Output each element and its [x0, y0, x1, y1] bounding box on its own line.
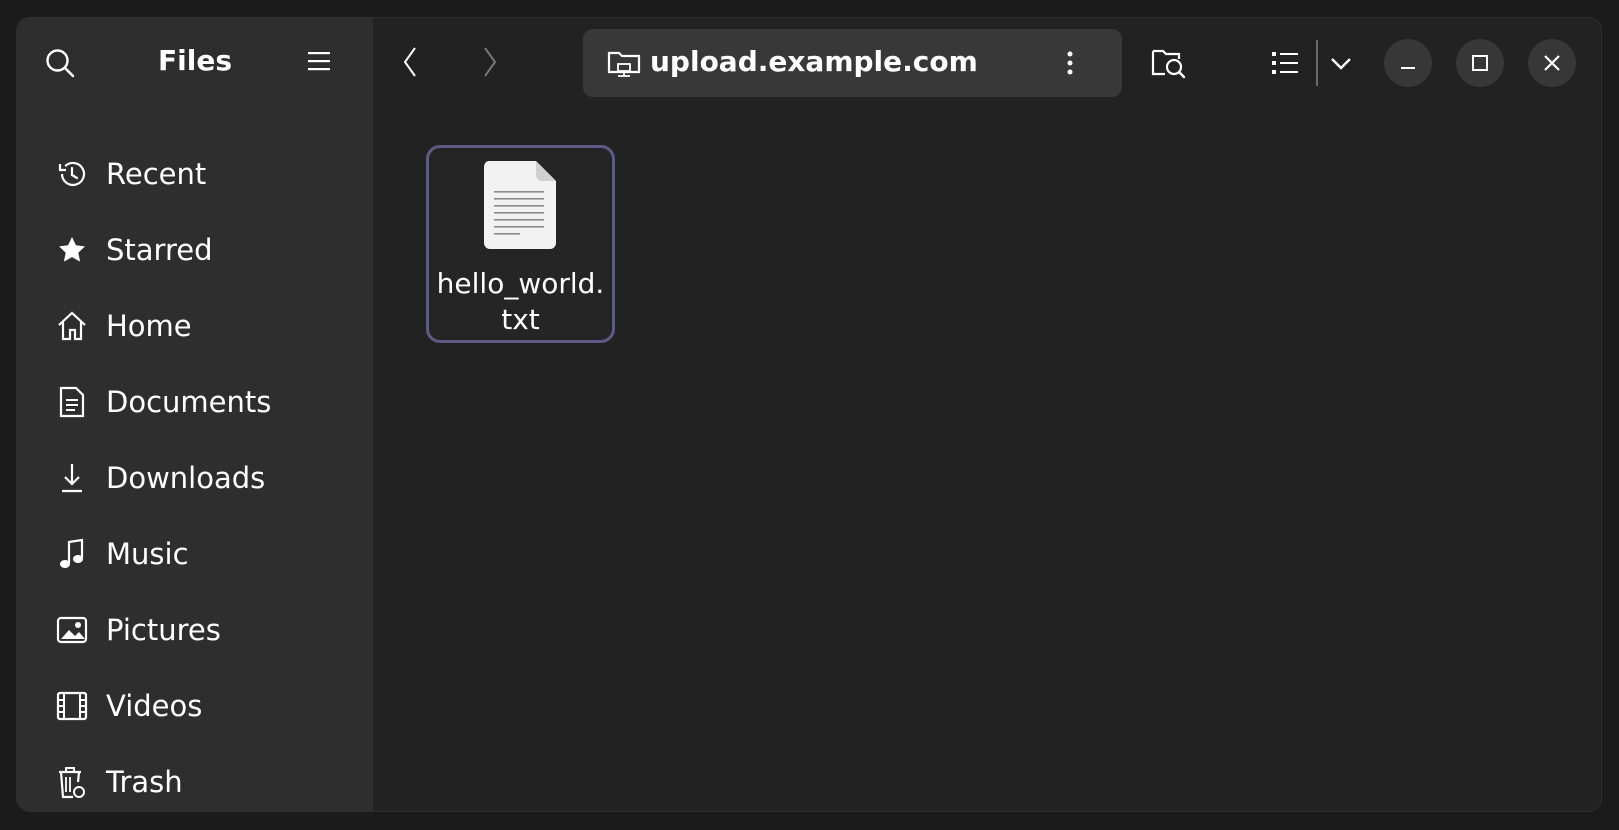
sidebar-item-label: Trash: [106, 765, 183, 799]
file-name-label: hello_world. txt: [429, 266, 612, 338]
forward-button[interactable]: [477, 44, 503, 80]
sidebar-item-starred[interactable]: Starred: [17, 212, 373, 288]
document-icon: [55, 385, 89, 419]
view-toggle-divider: [1316, 40, 1318, 86]
sidebar-item-documents[interactable]: Documents: [17, 364, 373, 440]
trash-icon: [55, 765, 89, 799]
recent-clock-icon: [55, 157, 89, 191]
file-name-line1: hello_world.: [436, 267, 605, 300]
sidebar-places-list: Recent Starred Home Documents Downloads …: [17, 136, 373, 811]
list-view-icon[interactable]: [1269, 48, 1301, 78]
sidebar-item-label: Pictures: [106, 613, 221, 647]
maximize-button[interactable]: [1456, 39, 1504, 87]
sidebar-item-downloads[interactable]: Downloads: [17, 440, 373, 516]
sidebar-item-videos[interactable]: Videos: [17, 668, 373, 744]
sidebar-item-pictures[interactable]: Pictures: [17, 592, 373, 668]
search-folder-icon[interactable]: [1149, 44, 1189, 82]
sidebar-item-label: Starred: [106, 233, 213, 267]
sidebar-item-home[interactable]: Home: [17, 288, 373, 364]
star-icon: [55, 233, 89, 267]
hamburger-menu-icon[interactable]: [307, 48, 331, 74]
file-manager-window: Files Recent Starred Home Documents Down…: [16, 17, 1602, 812]
sidebar-item-label: Downloads: [106, 461, 266, 495]
sidebar-item-label: Music: [106, 537, 189, 571]
sidebar-item-label: Home: [106, 309, 192, 343]
home-icon: [55, 309, 89, 343]
text-file-icon: [482, 159, 558, 251]
sidebar-item-recent[interactable]: Recent: [17, 136, 373, 212]
sidebar-item-music[interactable]: Music: [17, 516, 373, 592]
sidebar-item-trash[interactable]: Trash: [17, 744, 373, 811]
minimize-button[interactable]: [1384, 39, 1432, 87]
file-item[interactable]: hello_world. txt: [426, 145, 615, 343]
file-name-line2: txt: [501, 303, 540, 336]
chevron-down-icon[interactable]: [1327, 50, 1355, 78]
back-button[interactable]: [397, 44, 423, 80]
picture-icon: [55, 613, 89, 647]
location-pathbar[interactable]: upload.example.com: [583, 29, 1122, 97]
pathbar-menu-icon[interactable]: [1059, 49, 1081, 77]
sidebar-item-label: Recent: [106, 157, 207, 191]
location-text: upload.example.com: [650, 45, 978, 78]
film-icon: [55, 689, 89, 723]
music-note-icon: [55, 537, 89, 571]
sidebar: Files Recent Starred Home Documents Down…: [17, 18, 373, 811]
close-button[interactable]: [1528, 39, 1576, 87]
sidebar-item-label: Videos: [106, 689, 203, 723]
sidebar-item-label: Documents: [106, 385, 272, 419]
sidebar-header: Files: [17, 18, 373, 110]
download-icon: [55, 461, 89, 495]
network-folder-icon: [607, 47, 641, 79]
